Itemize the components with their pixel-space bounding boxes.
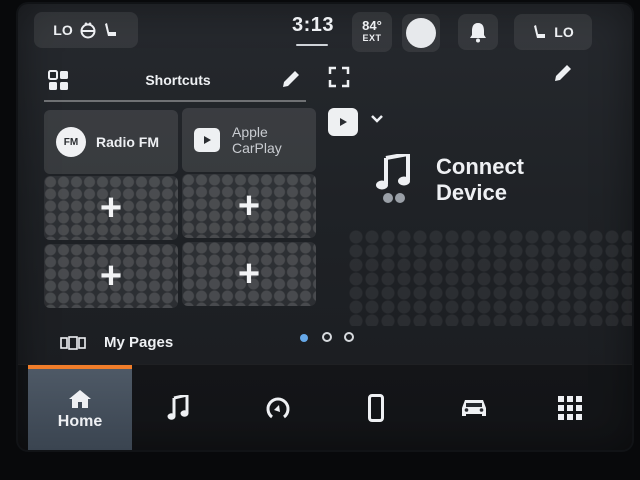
climate-right-control[interactable]: LO [514,14,592,50]
add-shortcut-button[interactable]: + [182,242,316,306]
plus-icon: + [237,253,261,295]
hex-pattern-background [348,230,632,326]
infotainment-screen: LO 3:13 84° EXT LO Shortcuts FM Radio FM… [18,4,632,450]
fan-level: LO [53,22,73,38]
clock-underline [296,44,328,46]
add-shortcut-button[interactable]: + [182,174,316,238]
nav-phone[interactable] [346,365,406,450]
seat-heat-icon [534,25,546,38]
shortcut-label: Apple CarPlay [232,124,282,156]
shortcut-apple-carplay[interactable]: Apple CarPlay [182,108,316,172]
pencil-icon[interactable] [280,68,302,90]
profile-button[interactable] [402,14,440,52]
music-note-icon [376,154,410,203]
carplay-icon [194,128,220,152]
add-shortcut-button[interactable]: + [44,176,178,240]
plus-icon: + [237,185,261,227]
expand-icon[interactable] [328,66,350,88]
pencil-icon[interactable] [552,62,574,84]
notifications-button[interactable] [458,14,498,50]
dial-icon [266,397,290,419]
my-pages-icon [60,336,86,350]
radio-fm-icon: FM [56,127,86,157]
profile-avatar-icon [406,18,436,48]
nav-home-label: Home [57,413,103,430]
seat-heat-icon [104,23,116,36]
plus-icon: + [99,255,123,297]
play-icon [340,118,347,126]
outside-temperature: 84° EXT [352,12,392,52]
media-source-button[interactable] [328,108,358,136]
nav-vehicle[interactable] [444,365,504,450]
shortcut-radio-fm[interactable]: FM Radio FM [44,110,178,174]
bell-icon [470,23,486,43]
nav-controls[interactable] [248,365,308,450]
nav-media[interactable] [148,365,208,450]
my-pages-link[interactable]: My Pages [104,334,173,351]
add-shortcut-button[interactable]: + [44,244,178,308]
car-icon [462,400,486,416]
climate-left-control[interactable]: LO [34,12,138,48]
plus-icon: + [99,187,123,229]
connect-device-text[interactable]: Connect Device [436,154,524,206]
shortcuts-title: Shortcuts [145,72,211,88]
nav-apps[interactable] [540,365,600,450]
steering-wheel-heat-icon [80,22,96,39]
temp-label: EXT [362,33,382,43]
page-indicator[interactable] [344,332,354,342]
seat-level: LO [554,24,574,40]
shortcuts-divider [44,100,306,102]
music-icon [167,395,189,420]
home-icon [69,390,91,408]
shortcuts-grid-icon [48,70,68,90]
chevron-down-icon[interactable] [370,114,384,124]
clock[interactable]: 3:13 [288,14,338,37]
page-indicator-active[interactable] [300,334,308,342]
bottom-nav: Home [18,364,632,450]
shortcut-label: Radio FM [96,134,159,150]
phone-icon [368,394,384,422]
temp-value: 84° [362,18,382,33]
nav-home[interactable]: Home [28,365,132,450]
apps-grid-icon [558,396,582,420]
page-indicator[interactable] [322,332,332,342]
